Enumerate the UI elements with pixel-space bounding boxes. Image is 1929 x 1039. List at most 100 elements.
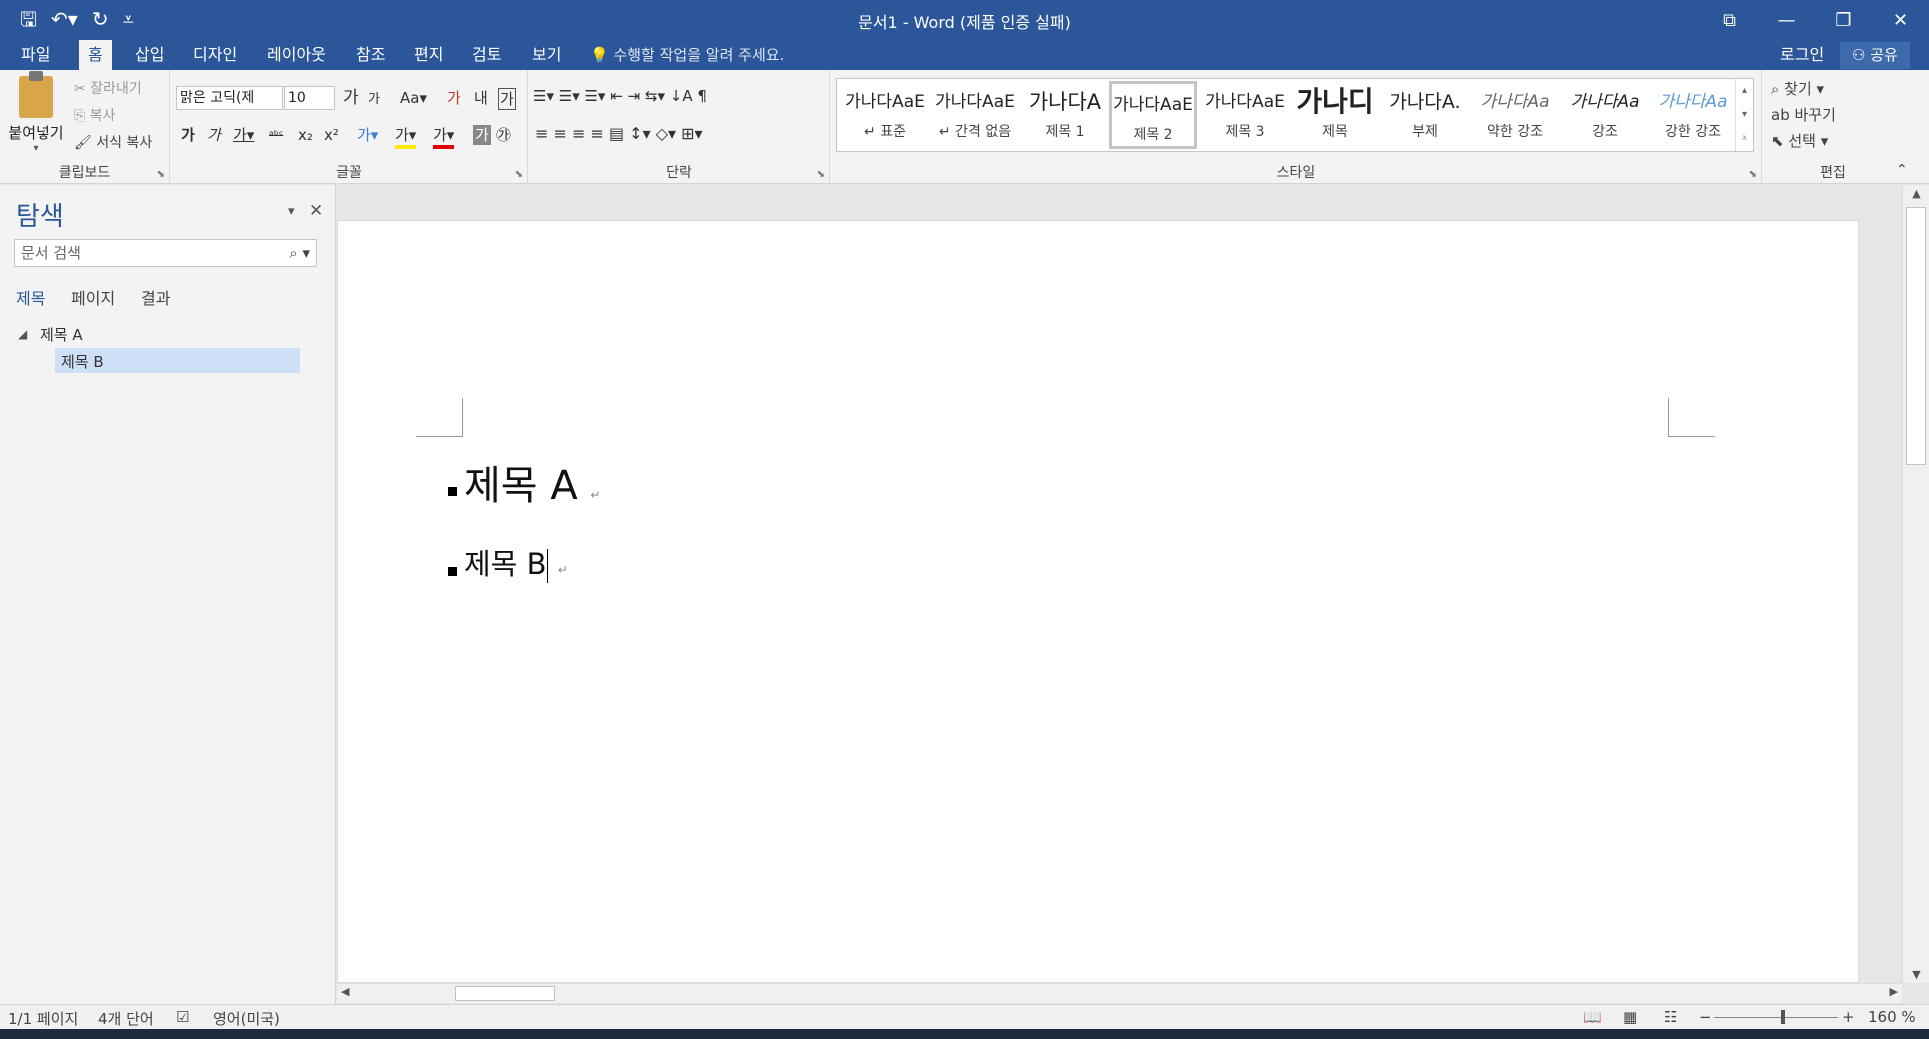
- word-count[interactable]: 4개 단어: [98, 1008, 154, 1029]
- search-input[interactable]: 문서 검색 ⌕ ▾: [14, 239, 317, 267]
- tab-results[interactable]: 결과: [141, 285, 170, 309]
- style-no-spacing[interactable]: 가나다AaE ↵ 간격 없음: [931, 81, 1019, 149]
- tell-me-input[interactable]: 💡 수행할 작업을 알려 주세요.: [590, 40, 784, 70]
- style-heading-1[interactable]: 가나다A 제목 1: [1021, 81, 1109, 149]
- collapse-toggle-icon[interactable]: ◢: [18, 327, 27, 341]
- zoom-out-icon[interactable]: −: [1699, 1008, 1712, 1026]
- zoom-slider[interactable]: [1714, 1017, 1838, 1018]
- scroll-down-icon[interactable]: ▼: [1903, 968, 1929, 981]
- nav-heading-b[interactable]: 제목 B: [61, 351, 104, 372]
- minimize-icon[interactable]: —: [1758, 0, 1815, 40]
- restore-icon[interactable]: ❐: [1815, 0, 1872, 40]
- proofing-icon[interactable]: ☑: [176, 1008, 189, 1026]
- tab-file[interactable]: 파일: [12, 40, 59, 70]
- gallery-up-icon[interactable]: ▴: [1736, 79, 1753, 103]
- style-title[interactable]: 가나디 제목: [1291, 81, 1379, 149]
- format-painter-button[interactable]: 🖌 서식 복사: [74, 132, 152, 152]
- tab-view[interactable]: 보기: [523, 40, 570, 70]
- zoom-level[interactable]: 160 %: [1868, 1008, 1916, 1026]
- phonetic-guide-icon[interactable]: 내: [474, 88, 488, 108]
- tab-references[interactable]: 참조: [347, 40, 394, 70]
- style-subtitle[interactable]: 가나다A. 부제: [1381, 81, 1469, 149]
- share-button[interactable]: ⚇ 공유: [1840, 42, 1910, 69]
- login-link[interactable]: 로그인: [1780, 40, 1824, 70]
- horizontal-scrollbar[interactable]: ◀ ▶: [337, 983, 1902, 1003]
- style-normal[interactable]: 가나다AaE ↵ 표준: [841, 81, 929, 149]
- page-count[interactable]: 1/1 페이지: [8, 1008, 78, 1029]
- horizontal-scroll-thumb[interactable]: [455, 986, 555, 1001]
- subscript-icon[interactable]: x₂: [298, 125, 313, 145]
- replace-button[interactable]: ab 바꾸기: [1771, 104, 1836, 125]
- paste-dropdown-icon[interactable]: ▾: [6, 143, 66, 154]
- close-icon[interactable]: ✕: [1872, 0, 1929, 40]
- scroll-up-icon[interactable]: ▲: [1903, 187, 1929, 200]
- copy-button[interactable]: ⎘ 복사: [74, 105, 115, 125]
- superscript-icon[interactable]: x²: [324, 125, 339, 145]
- styles-launcher-icon[interactable]: ⬊: [1749, 169, 1757, 180]
- select-button[interactable]: ⬉ 선택 ▾: [1771, 130, 1828, 151]
- bold-icon[interactable]: 가: [181, 125, 195, 145]
- gallery-down-icon[interactable]: ▾: [1736, 103, 1753, 127]
- grow-font-icon[interactable]: 가: [343, 88, 359, 108]
- ribbon-display-options-icon[interactable]: ⧉: [1701, 0, 1758, 40]
- nav-heading-a[interactable]: 제목 A: [40, 324, 83, 345]
- tab-pages[interactable]: 페이지: [71, 285, 115, 309]
- font-size-select[interactable]: 10: [284, 86, 335, 110]
- font-name-select[interactable]: 맑은 고딕(제: [176, 86, 283, 110]
- gallery-more-icon[interactable]: ⩡: [1736, 127, 1753, 151]
- highlight-icon[interactable]: 가▾: [395, 125, 417, 149]
- heading-a[interactable]: 제목 A ↵: [464, 453, 600, 511]
- status-bar: 1/1 페이지 4개 단어 ☑ 영어(미국) 📖 ▦ ☷ − + 160 %: [0, 1004, 1929, 1029]
- style-subtle-emphasis[interactable]: 가나다Aa 약한 강조: [1471, 81, 1559, 149]
- underline-icon[interactable]: 가▾: [233, 125, 254, 145]
- zoom-slider-thumb[interactable]: [1781, 1010, 1785, 1024]
- vertical-scrollbar[interactable]: ▲ ▼: [1902, 185, 1929, 983]
- nav-options-icon[interactable]: ▾: [288, 204, 295, 219]
- document-page[interactable]: 제목 A ↵ 제목 B ↵: [337, 220, 1859, 983]
- paragraph-launcher-icon[interactable]: ⬊: [817, 169, 825, 180]
- language-indicator[interactable]: 영어(미국): [213, 1008, 280, 1029]
- tab-design[interactable]: 디자인: [184, 40, 246, 70]
- zoom-in-icon[interactable]: +: [1842, 1008, 1855, 1026]
- style-emphasis[interactable]: 가나다Aa 강조: [1561, 81, 1649, 149]
- style-heading-2[interactable]: 가나다AaE 제목 2: [1109, 81, 1197, 149]
- heading-b[interactable]: 제목 B ↵: [464, 541, 568, 583]
- paragraph-controls-row1[interactable]: ☰▾ ☰▾ ☰▾ ⇤ ⇥ ⇆▾ ↓A ¶: [533, 86, 707, 106]
- strikethrough-icon[interactable]: ᵃᵇᶜ: [269, 125, 283, 145]
- print-layout-icon[interactable]: ▦: [1623, 1008, 1637, 1026]
- change-case-icon[interactable]: Aa▾: [400, 88, 427, 108]
- tab-review[interactable]: 검토: [463, 40, 510, 70]
- tab-home[interactable]: 홈: [79, 40, 112, 70]
- tab-insert[interactable]: 삽입: [126, 40, 173, 70]
- group-label-paragraph: 단락: [666, 165, 692, 181]
- character-border-icon[interactable]: 가: [498, 88, 516, 110]
- italic-icon[interactable]: 가: [207, 125, 221, 145]
- search-icon[interactable]: ⌕ ▾: [289, 240, 310, 266]
- heading-bullet-b: [448, 567, 457, 576]
- vertical-scroll-thumb[interactable]: [1906, 207, 1926, 465]
- shrink-font-icon[interactable]: 가: [368, 90, 380, 110]
- style-intense-emphasis[interactable]: 가나다Aa 강한 강조: [1649, 81, 1737, 149]
- tab-headings[interactable]: 제목: [16, 285, 45, 309]
- scroll-right-icon[interactable]: ▶: [1890, 985, 1898, 998]
- enclose-characters-icon[interactable]: ㉮: [496, 125, 511, 145]
- character-shading-icon[interactable]: 가: [473, 125, 491, 145]
- clipboard-launcher-icon[interactable]: ⬊: [157, 169, 165, 180]
- paragraph-controls-row2[interactable]: ≡ ≡ ≡ ≡ ▤ ↕▾ ◇▾ ⊞▾: [535, 124, 703, 144]
- read-mode-icon[interactable]: 📖: [1583, 1008, 1602, 1026]
- styles-gallery-scroll: ▴ ▾ ⩡: [1735, 79, 1753, 151]
- font-launcher-icon[interactable]: ⬊: [515, 169, 523, 180]
- web-layout-icon[interactable]: ☷: [1664, 1008, 1677, 1026]
- cut-button[interactable]: ✂ 잘라내기: [74, 78, 142, 98]
- scroll-left-icon[interactable]: ◀: [341, 985, 349, 998]
- tab-layout[interactable]: 레이아웃: [258, 40, 335, 70]
- find-button[interactable]: ⌕ 찾기 ▾: [1771, 78, 1824, 99]
- tab-mailings[interactable]: 편지: [405, 40, 452, 70]
- collapse-ribbon-icon[interactable]: ⌃: [1896, 162, 1908, 178]
- nav-close-icon[interactable]: ✕: [309, 201, 323, 221]
- style-heading-3[interactable]: 가나다AaE 제목 3: [1201, 81, 1289, 149]
- clear-formatting-icon[interactable]: 가: [447, 88, 461, 108]
- font-color-icon[interactable]: 가▾: [433, 125, 455, 149]
- paste-button[interactable]: 붙여넣기 ▾: [6, 71, 66, 154]
- text-effects-icon[interactable]: 가▾: [357, 125, 378, 145]
